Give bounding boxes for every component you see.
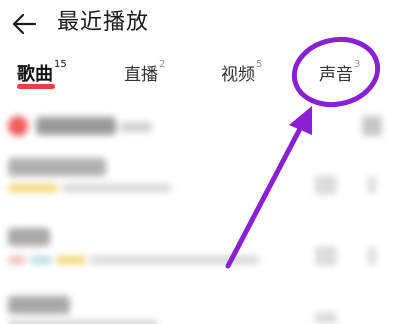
song-more-icon[interactable] (368, 176, 376, 194)
active-tab-indicator (17, 84, 55, 89)
play-all-icon[interactable] (8, 116, 28, 136)
tab-live[interactable]: 直播2 (124, 59, 166, 90)
song-tag-blurred (30, 256, 52, 264)
tab-audio-count: 3 (354, 59, 361, 70)
page-title: 最近播放 (57, 10, 150, 35)
back-arrow-icon[interactable] (10, 10, 38, 38)
blurred-song-list (0, 100, 400, 324)
tab-live-count: 2 (159, 59, 166, 70)
multi-select-icon[interactable] (362, 116, 382, 136)
tab-audio[interactable]: 声音3 (319, 59, 361, 90)
song-video-icon[interactable] (315, 175, 337, 195)
tab-songs-count: 15 (54, 59, 67, 70)
song-title-blurred (8, 296, 70, 314)
recent-plays-screen: 最近播放 歌曲15 直播2 视频5 声音3 (0, 0, 400, 324)
song-artist-blurred (90, 256, 260, 264)
tab-videos-count: 5 (256, 59, 263, 70)
song-video-icon[interactable] (315, 246, 337, 266)
song-more-icon[interactable] (368, 247, 376, 265)
play-all-label-blurred (36, 117, 116, 135)
song-video-icon[interactable] (315, 312, 337, 324)
tab-videos-label: 视频 (221, 65, 255, 85)
song-artist-blurred (62, 184, 172, 192)
song-tag-blurred (8, 256, 26, 264)
song-tag-blurred (8, 184, 58, 192)
tab-songs-label: 歌曲 (17, 64, 53, 85)
tab-videos[interactable]: 视频5 (221, 59, 263, 90)
play-all-count-blurred (120, 122, 152, 132)
song-title-blurred (8, 228, 50, 246)
tab-live-label: 直播 (124, 65, 158, 85)
header-bar: 最近播放 (0, 0, 400, 48)
song-title-blurred (8, 158, 106, 176)
song-artist-blurred (8, 320, 158, 324)
tab-audio-label: 声音 (319, 65, 353, 85)
song-tag-blurred (56, 256, 86, 264)
